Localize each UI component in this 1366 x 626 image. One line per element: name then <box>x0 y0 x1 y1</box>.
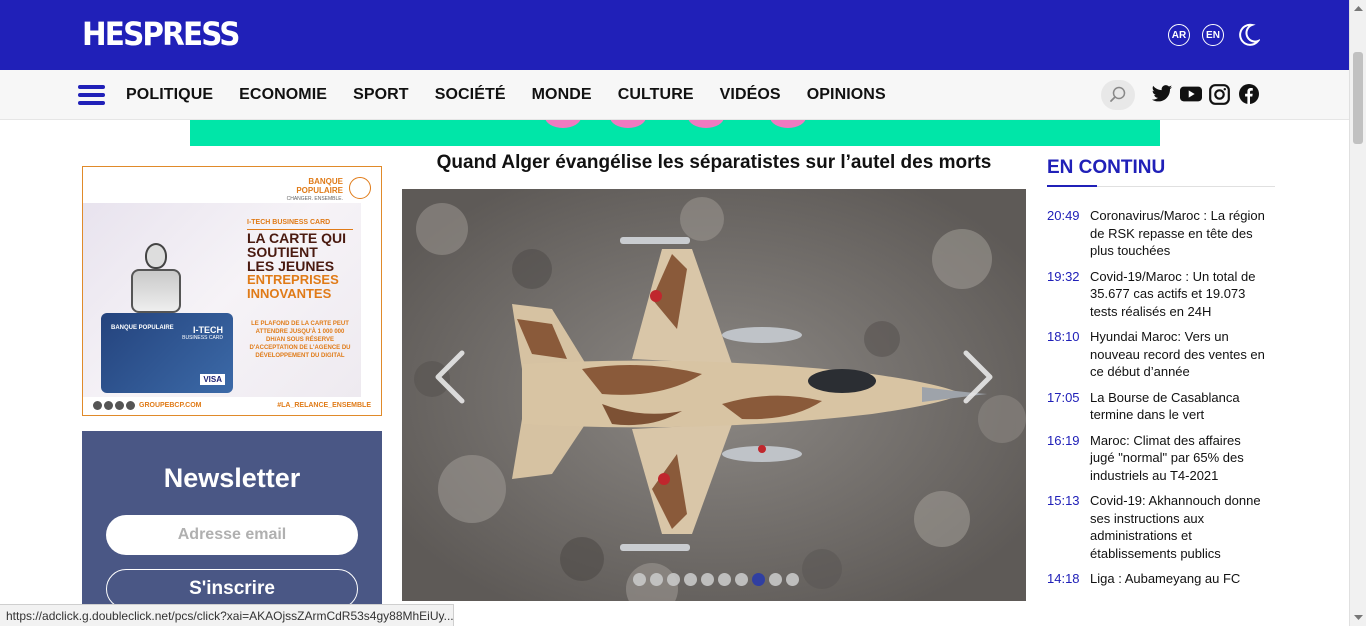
image-slider[interactable] <box>402 189 1026 601</box>
instagram-icon[interactable] <box>1209 84 1230 105</box>
slider-dots <box>633 573 799 586</box>
nav-item-politique[interactable]: POLITIQUE <box>126 86 213 104</box>
credit-card-image: BANQUE POPULAIRE I-TECH BUSINESS CARD VI… <box>101 313 233 393</box>
slider-dot[interactable] <box>769 573 782 586</box>
fighter-jet-image <box>402 189 1026 601</box>
youtube-icon[interactable] <box>1180 84 1202 104</box>
scroll-thumb[interactable] <box>1353 52 1363 144</box>
slider-dot[interactable] <box>718 573 731 586</box>
email-input[interactable] <box>106 515 358 555</box>
nav-item-monde[interactable]: MONDE <box>532 86 592 104</box>
slider-dot[interactable] <box>786 573 799 586</box>
nav-item-culture[interactable]: CULTURE <box>618 86 694 104</box>
page-scrollbar[interactable] <box>1349 0 1366 626</box>
news-item[interactable]: 14:18 Liga : Aubameyang au FC <box>1047 570 1267 588</box>
news-item[interactable]: 19:32 Covid-19/Maroc : Un total de 35.67… <box>1047 268 1267 321</box>
slider-dot[interactable] <box>650 573 663 586</box>
scroll-down-icon[interactable] <box>1350 610 1366 624</box>
article-headline[interactable]: Quand Alger évangélise les séparatistes … <box>402 152 1026 174</box>
news-title[interactable]: Maroc: Climat des affaires jugé "normal"… <box>1090 432 1267 485</box>
news-item[interactable]: 18:10 Hyundai Maroc: Vers un nouveau rec… <box>1047 328 1267 381</box>
search-icon <box>1110 86 1126 102</box>
slider-dot[interactable] <box>684 573 697 586</box>
news-item[interactable]: 15:13 Covid-19: Akhannouch donne ses ins… <box>1047 492 1267 562</box>
divider-accent <box>1047 185 1097 187</box>
news-time: 15:13 <box>1047 493 1080 508</box>
subscribe-button[interactable]: S'inscrire <box>106 569 358 609</box>
nav-item-economie[interactable]: ECONOMIE <box>239 86 327 104</box>
ad-copy: I-TECH BUSINESS CARD LA CARTE QUI SOUTIE… <box>247 219 353 360</box>
sidebar-ad[interactable]: BANQUE POPULAIRE CHANGER. ENSEMBLE. BANQ… <box>82 166 382 416</box>
search-button[interactable] <box>1101 80 1135 110</box>
slider-dot[interactable] <box>735 573 748 586</box>
news-title[interactable]: Liga : Aubameyang au FC <box>1090 570 1240 588</box>
news-item[interactable]: 20:49 Coronavirus/Maroc : La région de R… <box>1047 207 1267 260</box>
lang-ar-button[interactable]: AR <box>1168 24 1190 46</box>
news-time: 16:19 <box>1047 432 1080 448</box>
nav-item-videos[interactable]: VIDÉOS <box>720 86 781 104</box>
robot-icon <box>145 243 167 269</box>
news-title[interactable]: Coronavirus/Maroc : La région de RSK rep… <box>1090 207 1267 260</box>
top-header: HESPRESS AR EN <box>0 0 1349 70</box>
status-bar-url: https://adclick.g.doubleclick.net/pcs/cl… <box>0 604 454 626</box>
moon-icon[interactable] <box>1238 23 1260 47</box>
slider-next-icon[interactable] <box>960 349 996 405</box>
news-time: 17:05 <box>1047 389 1080 405</box>
hamburger-icon[interactable] <box>78 85 105 105</box>
news-time: 19:32 <box>1047 268 1080 284</box>
nav-items: POLITIQUE ECONOMIE SPORT SOCIÉTÉ MONDE C… <box>126 86 912 104</box>
horse-logo-icon <box>349 177 371 199</box>
news-time: 18:10 <box>1047 329 1080 344</box>
slider-dot[interactable] <box>633 573 646 586</box>
en-continu-title: EN CONTINU <box>1047 157 1166 178</box>
news-item[interactable]: 17:05 La Bourse de Casablanca termine da… <box>1047 389 1267 424</box>
slider-dot[interactable] <box>701 573 714 586</box>
en-continu-list: 20:49 Coronavirus/Maroc : La région de R… <box>1047 207 1267 596</box>
news-title[interactable]: La Bourse de Casablanca termine dans le … <box>1090 389 1267 424</box>
nav-item-sport[interactable]: SPORT <box>353 86 409 104</box>
lang-en-button[interactable]: EN <box>1202 24 1224 46</box>
facebook-icon[interactable] <box>1239 84 1259 104</box>
top-banner-ad[interactable] <box>190 120 1160 146</box>
news-title[interactable]: Covid-19: Akhannouch donne ses instructi… <box>1090 492 1267 562</box>
ad-footer: GROUPEBCP.COM #LA_RELANCE_ENSEMBLE <box>93 401 371 410</box>
ad-image: BANQUE POPULAIRE I-TECH BUSINESS CARD VI… <box>83 203 361 397</box>
newsletter-title: Newsletter <box>163 463 301 493</box>
slider-prev-icon[interactable] <box>432 349 468 405</box>
scroll-up-icon[interactable] <box>1350 2 1366 16</box>
slider-dot[interactable] <box>667 573 680 586</box>
slider-dot[interactable] <box>752 573 765 586</box>
news-item[interactable]: 16:19 Maroc: Climat des affaires jugé "n… <box>1047 432 1267 485</box>
newsletter-box: Newsletter S'inscrire <box>82 431 382 626</box>
site-logo[interactable]: HESPRESS <box>82 15 241 53</box>
page: HESPRESS AR EN POLITIQUE ECONOMIE SPORT … <box>0 0 1366 626</box>
news-title[interactable]: Covid-19/Maroc : Un total de 35.677 cas … <box>1090 268 1267 321</box>
ad-brand: BANQUE POPULAIRE CHANGER. ENSEMBLE. <box>286 177 343 202</box>
nav-item-opinions[interactable]: OPINIONS <box>807 86 886 104</box>
news-title[interactable]: Hyundai Maroc: Vers un nouveau record de… <box>1090 328 1267 381</box>
news-time: 20:49 <box>1047 208 1080 223</box>
nav-item-societe[interactable]: SOCIÉTÉ <box>435 86 506 104</box>
news-time: 14:18 <box>1047 571 1080 586</box>
twitter-icon[interactable] <box>1151 84 1173 104</box>
main-nav: POLITIQUE ECONOMIE SPORT SOCIÉTÉ MONDE C… <box>0 70 1349 120</box>
